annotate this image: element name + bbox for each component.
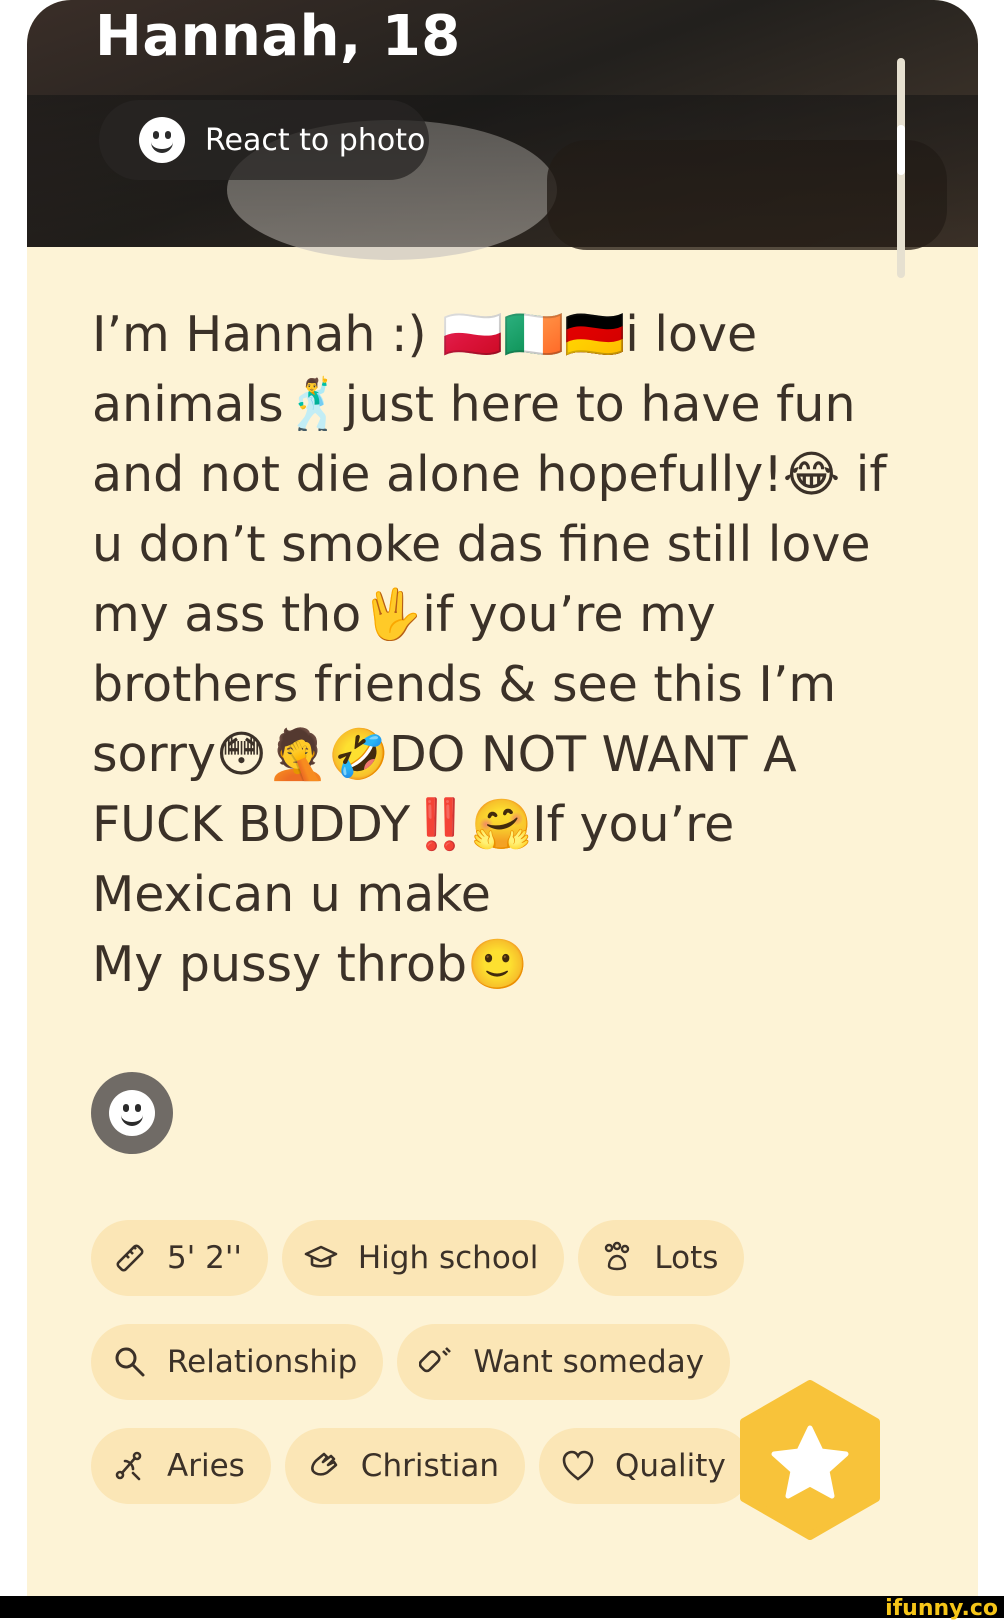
praying-hands-icon xyxy=(310,1452,338,1476)
smiley-icon xyxy=(139,117,185,163)
zodiac-badge: Aries xyxy=(91,1428,271,1504)
superswipe-button[interactable] xyxy=(735,1380,885,1540)
profile-name-age: Hannah, 18 xyxy=(95,4,461,69)
love-language-label: Quality xyxy=(615,1448,726,1484)
baby-bottle-icon xyxy=(419,1347,452,1373)
looking-for-badge: Relationship xyxy=(91,1324,384,1400)
badges-row: 5' 2'' High school Lots xyxy=(91,1220,745,1296)
kids-badge: Want someday xyxy=(397,1324,731,1400)
watermark: ifunny.co xyxy=(885,1596,998,1621)
heart-icon xyxy=(562,1450,594,1481)
profile-bio: I’m Hannah :) 🇵🇱🇮🇪🇩🇪i love animals🕺just … xyxy=(92,306,887,993)
pets-badge: Lots xyxy=(578,1220,745,1296)
profile-photo[interactable]: Hannah, 18 React to photo xyxy=(27,0,978,260)
smiley-icon xyxy=(109,1090,155,1136)
love-language-badge: Quality xyxy=(539,1428,752,1504)
education-badge: High school xyxy=(281,1220,565,1296)
education-label: High school xyxy=(357,1240,539,1276)
react-to-photo-button[interactable]: React to photo xyxy=(99,100,429,180)
react-to-bio-button[interactable] xyxy=(91,1072,173,1154)
zodiac-label: Aries xyxy=(167,1448,245,1484)
paw-icon xyxy=(605,1241,630,1271)
badges-row: Aries Christian Quality xyxy=(91,1428,752,1504)
profile-card: Hannah, 18 React to photo I’m Hannah :) … xyxy=(27,0,978,1596)
religion-label: Christian xyxy=(360,1448,500,1484)
react-to-photo-label: React to photo xyxy=(205,122,426,158)
badges-row: Relationship Want someday xyxy=(91,1324,731,1400)
looking-for-label: Relationship xyxy=(167,1344,358,1380)
height-label: 5' 2'' xyxy=(167,1240,242,1276)
search-icon xyxy=(115,1347,145,1377)
watermark-bar xyxy=(0,1596,1004,1618)
scrollbar-thumb[interactable] xyxy=(897,125,905,175)
kids-label: Want someday xyxy=(473,1344,705,1380)
ruler-icon xyxy=(116,1244,144,1272)
pets-label: Lots xyxy=(654,1240,719,1276)
religion-badge: Christian xyxy=(284,1428,526,1504)
height-badge: 5' 2'' xyxy=(91,1220,268,1296)
graduation-cap-icon xyxy=(304,1245,338,1268)
zodiac-icon xyxy=(115,1451,142,1481)
